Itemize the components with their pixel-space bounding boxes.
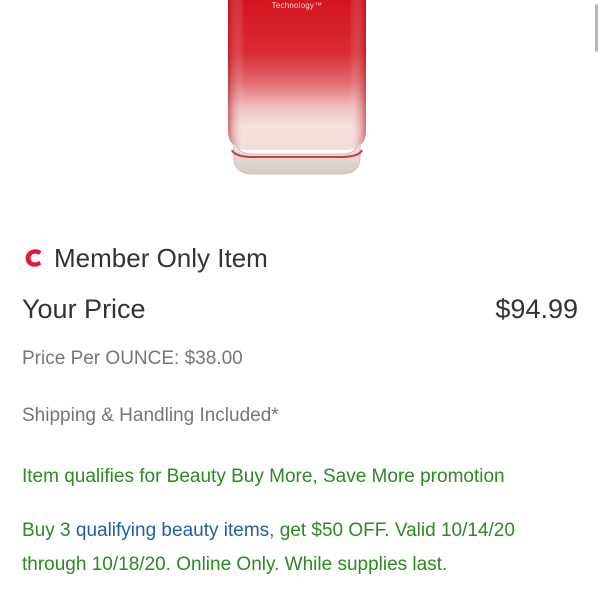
qualifying-items-link[interactable]: qualifying beauty items xyxy=(76,520,269,541)
scrollbar[interactable] xyxy=(595,4,598,52)
price-row: Your Price $94.99 xyxy=(22,294,578,325)
member-only-label: Member Only Item xyxy=(54,242,268,273)
serum-bottle-image xyxy=(228,0,366,175)
product-detail-page: Technology™ Member Only Item Your Price … xyxy=(0,0,600,600)
your-price-label: Your Price xyxy=(22,294,146,324)
promotion-detail: Buy 3 qualifying beauty items, get $50 O… xyxy=(22,514,582,582)
member-only-badge: Member Only Item xyxy=(22,240,268,276)
promotion-detail-prefix: Buy 3 xyxy=(22,520,76,541)
price-per-unit: Price Per OUNCE: $38.00 xyxy=(22,348,243,369)
price-value: $94.99 xyxy=(495,294,578,324)
bottle-label-text: Technology™ xyxy=(271,1,323,10)
promotion-title: Item qualifies for Beauty Buy More, Save… xyxy=(22,466,505,487)
product-image[interactable]: Technology™ xyxy=(224,0,370,176)
shipping-note: Shipping & Handling Included* xyxy=(22,405,279,426)
costco-c-icon xyxy=(22,246,46,270)
